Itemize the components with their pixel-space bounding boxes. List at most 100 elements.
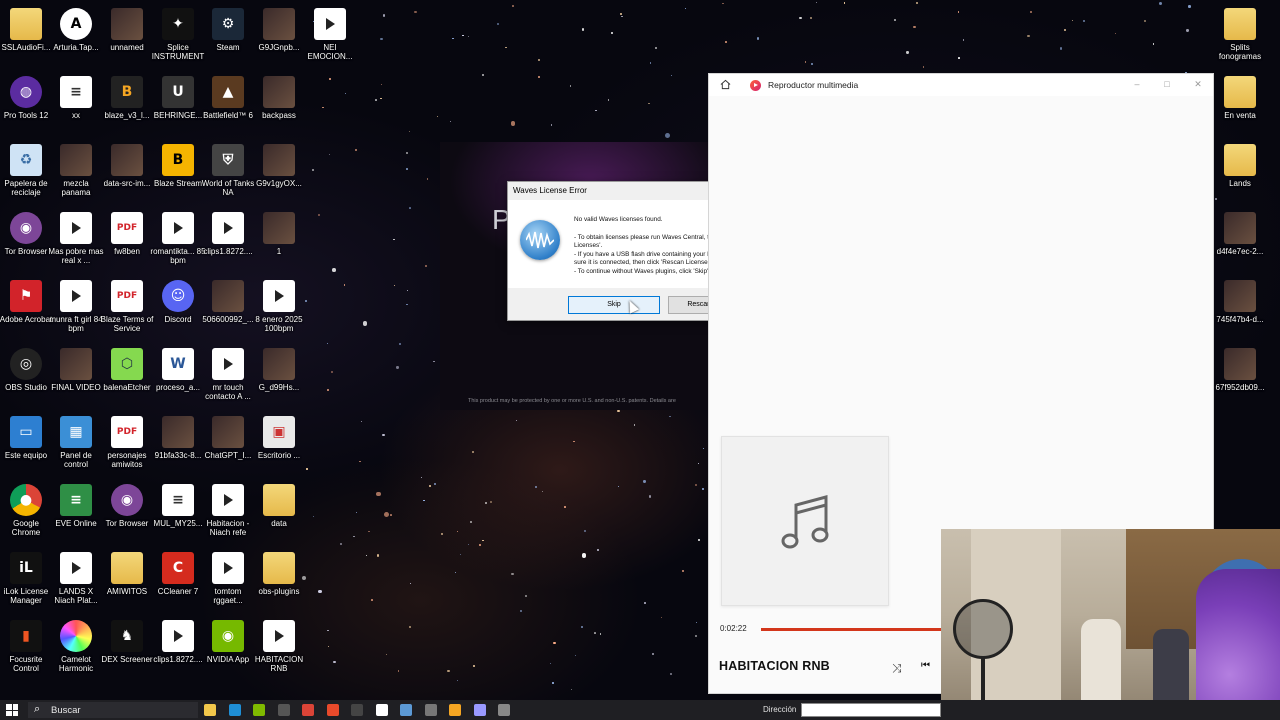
desktop-icon[interactable]: ◉ NVIDIA App: [202, 616, 254, 682]
desktop-icon[interactable]: 8 enero 2025 100bpm: [253, 276, 305, 342]
desktop-icon[interactable]: ♻ Papelera de reciclaje: [0, 140, 52, 206]
desktop-icon[interactable]: obs-plugins: [253, 548, 305, 614]
close-button[interactable]: ✕: [1192, 78, 1204, 90]
desktop-icon[interactable]: data-src-im...: [101, 140, 153, 206]
desktop-icon[interactable]: NEI EMOCION...: [304, 4, 356, 70]
desktop-icon[interactable]: ⬡ balenaEtcher: [101, 344, 153, 410]
edge-icon[interactable]: [228, 704, 241, 716]
desktop-icon[interactable]: AMIWITOS: [101, 548, 153, 614]
image-icon: [263, 348, 295, 380]
image-icon[interactable]: [400, 704, 412, 716]
play-icon: [274, 630, 284, 642]
desktop-icon[interactable]: LANDS X Niach Plat...: [50, 548, 102, 614]
desktop-icon[interactable]: PDF fw8ben: [101, 208, 153, 274]
image-icon: [1224, 348, 1256, 380]
desktop-icon[interactable]: HABITACION RNB: [253, 616, 305, 682]
desktop-icon[interactable]: ◍ Pro Tools 12: [0, 72, 52, 138]
address-toolbar-input[interactable]: [801, 703, 941, 717]
desktop-icon[interactable]: ▮ Focusrite Control: [0, 616, 52, 682]
desktop-icon[interactable]: unnamed: [101, 4, 153, 70]
maximize-button[interactable]: □: [1161, 78, 1173, 90]
shuffle-icon[interactable]: ⤨: [892, 661, 902, 676]
desktop-icon[interactable]: ▭ Este equipo: [0, 412, 52, 478]
desktop-icon[interactable]: 67f952db09...: [1214, 344, 1266, 410]
desktop-icon[interactable]: Wproceso_a...: [152, 344, 204, 410]
desktop-icon[interactable]: 91bfa33c-8...: [152, 412, 204, 478]
desktop-icon[interactable]: mr touch contacto A ...: [202, 344, 254, 410]
desktop-icon[interactable]: ◉ Tor Browser: [0, 208, 52, 274]
desktop-icon-label: Habitacion - Niach refe: [206, 519, 250, 537]
desktop-icon-label: Adobe Acrobat: [0, 315, 53, 324]
star: [405, 151, 408, 154]
desktop-icon[interactable]: ☺ Discord: [152, 276, 204, 342]
premiere-icon[interactable]: [473, 704, 486, 716]
desktop-icon[interactable]: ◎ OBS Studio: [0, 344, 52, 410]
windows-start-icon[interactable]: [6, 704, 18, 716]
desktop-icon[interactable]: ⛨ World of Tanks NA: [202, 140, 254, 206]
desktop-icon[interactable]: clips1.8272....: [202, 208, 254, 274]
desktop-icon[interactable]: A Arturia.Tap...: [50, 4, 102, 70]
desktop-icon[interactable]: 506600992_...: [202, 276, 254, 342]
desktop-icon[interactable]: mezcla panama: [50, 140, 102, 206]
star: [669, 415, 671, 418]
desktop-icon[interactable]: Bblaze_v3_l...: [101, 72, 153, 138]
snip-icon[interactable]: [498, 704, 510, 716]
desktop-icon[interactable]: G9v1gyOX...: [253, 140, 305, 206]
desktop-icon[interactable]: ⚙ Steam: [202, 4, 254, 70]
desktop-icon[interactable]: backpass: [253, 72, 305, 138]
desktop-icon[interactable]: ▲ Battlefield™ 6: [202, 72, 254, 138]
desktop-icon[interactable]: Splits fonogramas: [1214, 4, 1266, 70]
desktop-icon[interactable]: iL iLok License Manager: [0, 548, 52, 614]
skip-button[interactable]: Skip: [568, 296, 660, 314]
desktop-icon[interactable]: ▦ Panel de control: [50, 412, 102, 478]
desktop-icon[interactable]: ◉ Tor Browser: [101, 480, 153, 546]
desktop-icon[interactable]: U BEHRINGE...: [152, 72, 204, 138]
desktop-icon[interactable]: ● Google Chrome: [0, 480, 52, 546]
desktop-icon[interactable]: Mas pobre mas real x ...: [48, 208, 104, 274]
desktop-icon[interactable]: PDF Blaze Terms of Service: [101, 276, 153, 342]
star: [574, 654, 577, 657]
obs-icon[interactable]: [351, 704, 363, 716]
desktop-icon[interactable]: SSLAudioFi...: [0, 4, 52, 70]
previous-track-icon[interactable]: ⏮: [921, 660, 930, 671]
media-player-icon[interactable]: [326, 704, 339, 716]
desktop-icon[interactable]: ▣ Escritorio ...: [253, 412, 305, 478]
desktop-icon[interactable]: Habitacion - Niach refe: [202, 480, 254, 546]
desktop-icon[interactable]: clips1.8272....: [152, 616, 204, 682]
taskbar-search[interactable]: ⌕ Buscar: [28, 702, 198, 718]
desktop-icon[interactable]: romantikta... 85 bpm: [150, 208, 206, 274]
chrome-icon[interactable]: [302, 704, 314, 716]
desktop-icon[interactable]: 1: [253, 208, 305, 274]
desktop-icon[interactable]: ≡ EVE Online: [50, 480, 102, 546]
desktop-icon[interactable]: 745f47b4-d...: [1214, 276, 1266, 342]
desktop-icon[interactable]: ≡ MUL_MY25...: [152, 480, 204, 546]
arturia-icon[interactable]: [424, 704, 437, 716]
desktop-icon[interactable]: ≡ xx: [50, 72, 102, 138]
desktop-icon[interactable]: munra ft girl 84 bpm: [49, 276, 103, 342]
desktop-icon[interactable]: FINAL VIDEO: [50, 344, 102, 410]
desktop-icon[interactable]: ✦ Splice INSTRUMENT: [152, 4, 204, 70]
notepad-icon[interactable]: [277, 704, 290, 716]
desktop-icon[interactable]: ⚑ Adobe Acrobat: [0, 276, 52, 342]
desktop-icon[interactable]: Lands: [1214, 140, 1266, 206]
desktop-icon[interactable]: tomtom rggaet...: [202, 548, 254, 614]
desktop-icon[interactable]: B Blaze Stream: [152, 140, 204, 206]
desktop-icon[interactable]: ChatGPT_I...: [202, 412, 254, 478]
xbox-icon[interactable]: [253, 704, 265, 716]
desktop-icon[interactable]: G9JGnpb...: [253, 4, 305, 70]
desktop-icon[interactable]: d4f4e7ec-2...: [1214, 208, 1266, 274]
star: [697, 462, 700, 465]
desktop-icon[interactable]: G_d99Hs...: [253, 344, 305, 410]
desktop-icon[interactable]: ♞ DEX Screener: [101, 616, 153, 682]
desktop-icon[interactable]: data: [253, 480, 305, 546]
video-icon: [314, 8, 346, 40]
minimize-button[interactable]: –: [1131, 78, 1143, 90]
home-icon[interactable]: [720, 79, 731, 90]
desktop-icon[interactable]: Camelot Harmonic: [50, 616, 102, 682]
desktop-icon[interactable]: En venta: [1214, 72, 1266, 138]
capcut-icon[interactable]: [375, 704, 388, 716]
desktop-icon[interactable]: C CCleaner 7: [152, 548, 204, 614]
desktop-icon[interactable]: PDF personajes amiwitos: [101, 412, 153, 478]
file-explorer-icon[interactable]: [204, 704, 216, 716]
blaze-icon[interactable]: [449, 704, 461, 716]
